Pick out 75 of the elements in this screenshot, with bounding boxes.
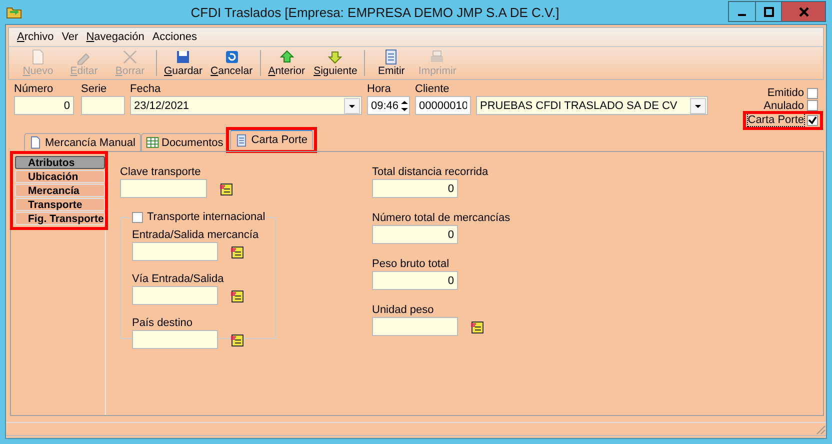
toolbar-button[interactable]: Emitir <box>368 47 414 79</box>
checkbox-label: Anulado <box>764 100 804 112</box>
save-icon <box>175 49 192 65</box>
toolbar-button[interactable]: Anterior <box>264 47 310 79</box>
resize-grip-icon <box>816 425 826 435</box>
input-field[interactable] <box>132 330 218 349</box>
input-field[interactable]: 0 <box>372 179 458 198</box>
input-field[interactable]: 0 <box>372 225 458 244</box>
page-icon <box>30 49 46 65</box>
lookup-icon[interactable] <box>219 182 233 196</box>
field-label: Número <box>14 83 54 96</box>
nav-button[interactable]: Fig. Transporte <box>15 212 105 225</box>
checkbox-label: Transporte internacional <box>147 211 266 223</box>
undo-icon <box>224 49 240 65</box>
input-field[interactable]: 0 <box>372 271 458 290</box>
dropdown[interactable]: PRUEBAS CFDI TRASLADO SA DE CV <box>476 96 708 115</box>
input-field[interactable] <box>132 242 218 261</box>
checkbox[interactable] <box>807 88 818 99</box>
field-label: Peso bruto total <box>372 258 450 271</box>
lookup-icon[interactable] <box>230 244 244 258</box>
close-button[interactable] <box>781 2 825 21</box>
field-label: Clave transporte <box>120 166 202 179</box>
lookup-icon[interactable] <box>230 332 244 346</box>
field-label: Unidad peso <box>372 304 435 317</box>
field-label: Hora <box>367 83 392 96</box>
checkbox-label: Carta Porte <box>748 114 804 126</box>
tab[interactable]: Carta Porte <box>230 129 313 149</box>
up-arrow-icon <box>278 49 295 65</box>
input-field[interactable] <box>120 179 207 198</box>
field-label: Entrada/Salida mercancía <box>132 229 260 242</box>
tab[interactable]: Mercancía Manual <box>24 133 140 151</box>
lookup-icon[interactable] <box>230 288 244 302</box>
nav-button[interactable]: Ubicación <box>15 170 105 183</box>
menu-item[interactable]: Acciones <box>152 31 197 43</box>
field-label: Serie <box>81 83 108 96</box>
nav-button[interactable]: Transporte <box>15 198 105 211</box>
field-label: Fecha <box>130 83 162 96</box>
input-field[interactable] <box>81 96 125 115</box>
checkbox[interactable] <box>807 100 818 112</box>
dropdown[interactable]: 23/12/2021 <box>130 96 362 115</box>
maximize-icon <box>764 6 774 16</box>
window-title: CFDI Traslados [Empresa: EMPRESA DEMO JMP S.A DE C.V.] <box>190 4 560 20</box>
input-field[interactable]: 0 <box>14 96 74 115</box>
menu-item[interactable]: Archivo <box>17 31 54 43</box>
folder-icon <box>6 5 22 19</box>
toolbar-button[interactable]: Guardar <box>160 47 207 79</box>
time-field[interactable]: 09:46 <box>367 96 410 115</box>
minimize-icon <box>738 14 746 16</box>
cross-icon <box>122 49 138 65</box>
page-icon <box>29 136 42 149</box>
input-field[interactable] <box>132 286 218 305</box>
checkbox[interactable] <box>132 212 143 222</box>
printer-icon <box>429 49 446 65</box>
toolbar-button[interactable]: Cancelar <box>206 47 257 79</box>
field-label: Cliente <box>415 83 450 96</box>
field-label: Vía Entrada/Salida <box>132 273 225 286</box>
document-icon <box>235 134 248 146</box>
field-label: Total distancia recorrida <box>372 166 490 179</box>
menu-item[interactable]: Navegación <box>86 31 144 43</box>
nav-button[interactable]: Mercancía <box>15 184 105 197</box>
lookup-icon[interactable] <box>470 320 484 334</box>
nav-button[interactable]: Atributos <box>15 156 105 169</box>
menu-item[interactable]: Ver <box>62 31 78 43</box>
field-label: País destino <box>132 317 194 330</box>
toolbar-button[interactable]: Siguiente <box>310 47 362 79</box>
document-icon <box>383 49 400 65</box>
spinner-icon <box>398 98 408 112</box>
grid-icon <box>146 136 158 149</box>
input-field[interactable] <box>372 317 458 336</box>
close-icon <box>798 6 808 16</box>
tab[interactable]: Documentos <box>140 133 228 151</box>
checkbox[interactable] <box>807 114 818 126</box>
checkbox-label: Emitido <box>767 87 804 100</box>
field-label: Número total de mercancías <box>372 212 510 225</box>
down-arrow-icon <box>327 49 344 65</box>
